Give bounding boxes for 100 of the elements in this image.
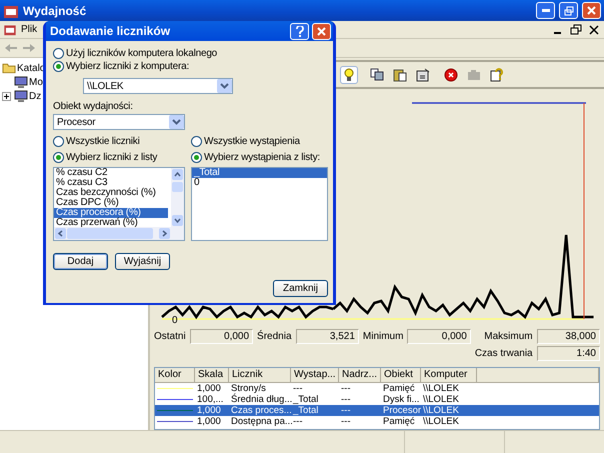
table-cell-text: _Total	[292, 394, 320, 406]
stat-label: Ostatni	[154, 331, 186, 342]
stat-value: 0,000	[190, 329, 254, 344]
help-button[interactable]	[290, 22, 309, 40]
menu-item[interactable]: Plik	[21, 24, 38, 35]
table-cell-text: ---	[340, 416, 352, 428]
close-button[interactable]	[582, 2, 601, 19]
radio-label[interactable]: Wybierz liczniki z listy	[66, 152, 158, 163]
table-cell-text: _Total	[292, 405, 320, 416]
restore-icon	[564, 6, 574, 16]
expand-icon[interactable]	[2, 92, 11, 100]
minimize-button[interactable]	[536, 2, 555, 19]
radio-label[interactable]: Użyj liczników komputera lokalnego	[66, 48, 218, 59]
list-item[interactable]: 0	[192, 178, 327, 188]
dialog-button[interactable]: Wyjaśnij	[115, 253, 170, 270]
app-icon	[3, 23, 17, 36]
counter-list[interactable]: % czasu C2 % czasu C3 Czas bezczynności (%) Czas DPC (%) Czas procesora (%) Czas przerwań (%)	[53, 167, 185, 241]
list-item[interactable]: Czas procesora (%)	[54, 208, 168, 218]
computer-dropdown[interactable]: \\LOLEK	[83, 78, 233, 94]
close-icon[interactable]	[587, 24, 601, 36]
toolbar-button[interactable]	[340, 66, 358, 84]
restore-button[interactable]	[559, 2, 578, 19]
stat-label: Średnia	[257, 331, 292, 342]
tree-item[interactable]: Mo	[29, 76, 43, 88]
instance-list[interactable]: _Total 0	[191, 167, 328, 241]
lightbulb-icon	[343, 68, 355, 82]
stat-value: 3,521	[296, 329, 359, 344]
folder-icon	[2, 62, 16, 74]
stat-value: 0,000	[407, 329, 471, 344]
column-header[interactable]: Kolor	[155, 368, 195, 382]
restore-icon[interactable]	[569, 24, 583, 36]
table-row[interactable]: 100,... Średnia dług..._Total --- Dysk fi... \\LOLEK	[155, 394, 599, 406]
monitor-icon	[14, 76, 28, 88]
table-cell-text: ---	[340, 383, 352, 394]
table-row[interactable]: 1,000 Dostępna pa...--- --- Pamięć \\LOLEK	[155, 416, 599, 428]
column-header[interactable]: Obiekt	[381, 368, 421, 382]
table-cell-text: 100,...	[196, 394, 224, 406]
close-button[interactable]	[312, 22, 331, 40]
radio-button[interactable]	[191, 152, 202, 163]
table-row[interactable]: 1,000 Czas proces..._Total --- Procesor \\LOLEK	[155, 405, 599, 416]
table-cell-text: 1,000	[196, 405, 222, 416]
radio-button[interactable]	[53, 136, 64, 147]
window-title: Wydajność	[23, 4, 88, 18]
object-dropdown[interactable]: Procesor	[53, 114, 185, 130]
toolbar-button[interactable]	[442, 66, 460, 84]
table-cell-text: Strony/s	[230, 383, 267, 394]
stat-value: 1:40	[536, 346, 600, 362]
column-header[interactable]: Nadrz...	[339, 368, 381, 382]
list-item[interactable]: Czas bezczynności (%)	[54, 188, 168, 198]
table-cell-text: Pamięć	[382, 383, 416, 394]
list-item[interactable]: _Total	[192, 168, 327, 178]
table-cell-text: ---	[340, 394, 352, 406]
table-cell-text: ---	[292, 416, 304, 428]
table-cell-text: \\LOLEK	[422, 405, 460, 416]
help-icon	[490, 67, 504, 82]
scrollbar[interactable]	[171, 168, 184, 227]
table-cell-text: 1,000	[196, 416, 222, 428]
close-dialog-button[interactable]: Zamknij	[273, 280, 328, 297]
help-icon	[296, 26, 304, 36]
table-cell-text: Średnia dług...	[230, 394, 291, 406]
table-cell-text: \\LOLEK	[422, 416, 460, 428]
tree-item[interactable]: Dz	[29, 90, 42, 102]
radio-label[interactable]: Wszystkie wystąpienia	[204, 136, 300, 147]
column-header[interactable]: Wystap...	[291, 368, 339, 382]
table-cell-text: Dostępna pa...	[230, 416, 291, 428]
column-header[interactable]: Skala	[195, 368, 229, 382]
column-header[interactable]: Komputer	[421, 368, 477, 382]
close-icon	[587, 6, 596, 15]
paste-icon	[393, 68, 407, 82]
radio-label[interactable]: Wszystkie liczniki	[66, 136, 140, 147]
scrollbar[interactable]	[54, 227, 184, 240]
radio-label[interactable]: Wybierz liczniki z komputera:	[66, 61, 190, 72]
radio-button[interactable]	[191, 136, 202, 147]
radio-button[interactable]	[53, 61, 64, 72]
table-row[interactable]: 1,000 Strony/s --- --- Pamięć \\LOLEK	[155, 383, 599, 394]
toolbar-button[interactable]	[488, 66, 506, 84]
list-item[interactable]: % czasu C2	[54, 168, 168, 178]
table-cell-text: ---	[292, 383, 304, 394]
table-cell-text: \\LOLEK	[422, 394, 460, 406]
radio-button[interactable]	[53, 152, 64, 163]
toolbar-button[interactable]	[414, 66, 432, 84]
list-item[interactable]: Czas DPC (%)	[54, 198, 168, 208]
column-header[interactable]: Licznik	[229, 368, 291, 382]
list-item[interactable]: % czasu C3	[54, 178, 168, 188]
field-label: Obiekt wydajności:	[53, 101, 134, 112]
minimize-icon	[542, 9, 550, 12]
table-cell-text: Procesor	[382, 405, 421, 416]
copy-icon	[370, 68, 384, 82]
close-icon	[317, 26, 326, 36]
table-cell-text: 1,000	[196, 383, 222, 394]
dialog-title: Dodawanie liczników	[50, 24, 172, 38]
radio-label[interactable]: Wybierz wystąpienia z listy:	[204, 152, 320, 163]
dialog-button[interactable]: Dodaj	[53, 253, 108, 270]
table-cell-text: ---	[340, 405, 352, 416]
camera-icon	[467, 68, 481, 81]
list-item[interactable]: Czas przerwań (%)	[54, 218, 168, 228]
stat-value: 38,000	[536, 329, 600, 344]
axis-label: 0	[172, 315, 178, 326]
radio-button[interactable]	[53, 48, 64, 59]
table-cell-text: Pamięć	[382, 416, 416, 428]
